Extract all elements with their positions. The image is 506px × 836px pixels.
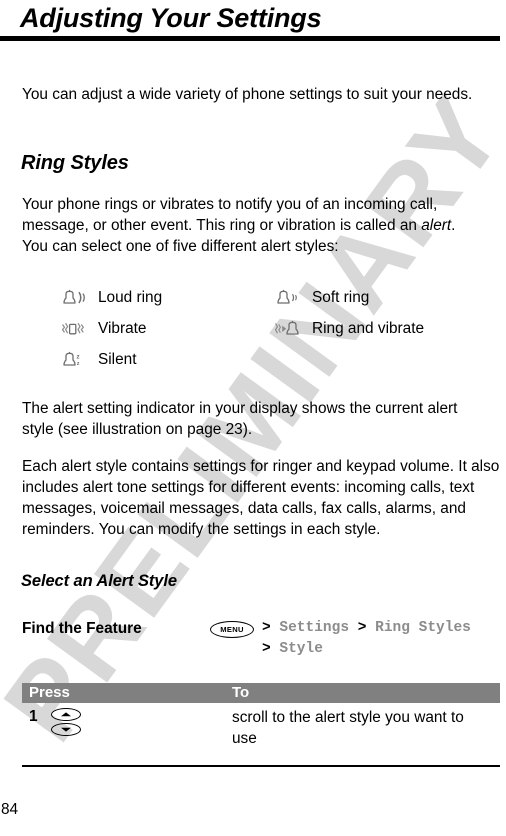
step-press-cell: 1: [22, 707, 232, 736]
alert-style-item: Vibrate: [60, 317, 274, 341]
ring-styles-paragraph: Your phone rings or vibrates to notify y…: [22, 194, 484, 257]
table-row: 1 scroll to the alert style you want to …: [22, 703, 500, 749]
menu-path-separator: >: [357, 620, 367, 636]
page-title: Adjusting Your Settings: [20, 3, 322, 33]
document-page: Adjusting Your Settings You can adjust a…: [0, 0, 506, 836]
menu-path-item: Settings: [279, 620, 350, 636]
step-number: 1: [29, 708, 38, 725]
column-header-to: To: [232, 684, 250, 701]
scroll-keys-group: [51, 707, 81, 736]
heading-select-an-alert-style: Select an Alert Style: [21, 572, 177, 590]
alert-style-label: Ring and vibrate: [312, 320, 425, 337]
alert-indicator-paragraph: The alert setting indicator in your disp…: [22, 400, 458, 438]
menu-path-line-2: > Style: [262, 639, 502, 660]
steps-table: Press To 1 scroll to the alert style you…: [22, 683, 500, 749]
alert-style-row: Vibrate Ring and vibrate: [60, 317, 490, 348]
alert-style-label: Loud ring: [98, 289, 163, 306]
menu-path-line-1: > Settings > Ring Styles: [262, 618, 502, 639]
alert-style-label: Silent: [98, 351, 137, 368]
heading-ring-styles: Ring Styles: [21, 152, 129, 174]
menu-path-separator: >: [262, 620, 271, 636]
steps-table-bottom-rule: [22, 765, 500, 768]
title-rule: [0, 36, 500, 41]
alert-styles-list: Loud ring Soft ring Vibrate Ring and vib…: [60, 286, 490, 379]
column-header-press: Press: [29, 684, 70, 701]
menu-key-label: MENU: [220, 624, 244, 634]
alert-style-item: z z Silent: [60, 348, 274, 372]
scroll-up-key-icon[interactable]: [51, 708, 81, 721]
vibrate-icon: [60, 320, 98, 338]
menu-path-item: Style: [279, 641, 323, 657]
ring-styles-paragraph-prefix: Your phone rings or vibrates to notify y…: [22, 196, 438, 234]
steps-table-header: Press To: [22, 683, 500, 703]
ring-and-vibrate-icon: [274, 320, 312, 338]
menu-path: > Settings > Ring Styles > Style: [262, 618, 502, 660]
page-number: 84: [1, 801, 19, 818]
alert-settings-paragraph: Each alert style contains settings for r…: [22, 458, 500, 538]
menu-path-separator: >: [262, 641, 271, 657]
alert-style-item-empty: [274, 348, 490, 372]
intro-paragraph: You can adjust a wide variety of phone s…: [22, 86, 473, 103]
alert-style-row: Loud ring Soft ring: [60, 286, 490, 317]
ring-styles-paragraph-italic: alert: [421, 217, 452, 234]
alert-style-item: Ring and vibrate: [274, 317, 490, 341]
alert-style-item: Loud ring: [60, 286, 274, 310]
scroll-down-key-icon[interactable]: [51, 723, 81, 736]
menu-key-icon[interactable]: MENU: [210, 621, 254, 638]
step-action-text: scroll to the alert style you want to us…: [232, 709, 464, 747]
bell-loud-ring-icon: [60, 289, 98, 307]
alert-style-item: Soft ring: [274, 286, 490, 310]
find-the-feature-label: Find the Feature: [22, 620, 142, 637]
menu-path-item: Ring Styles: [375, 620, 471, 636]
alert-style-row: z z Silent: [60, 348, 490, 379]
alert-style-label: Soft ring: [312, 289, 370, 306]
svg-text:z: z: [77, 353, 80, 360]
svg-text:z: z: [77, 361, 80, 367]
alert-style-label: Vibrate: [98, 320, 147, 337]
bell-silent-icon: z z: [60, 351, 98, 369]
bell-soft-ring-icon: [274, 289, 312, 307]
